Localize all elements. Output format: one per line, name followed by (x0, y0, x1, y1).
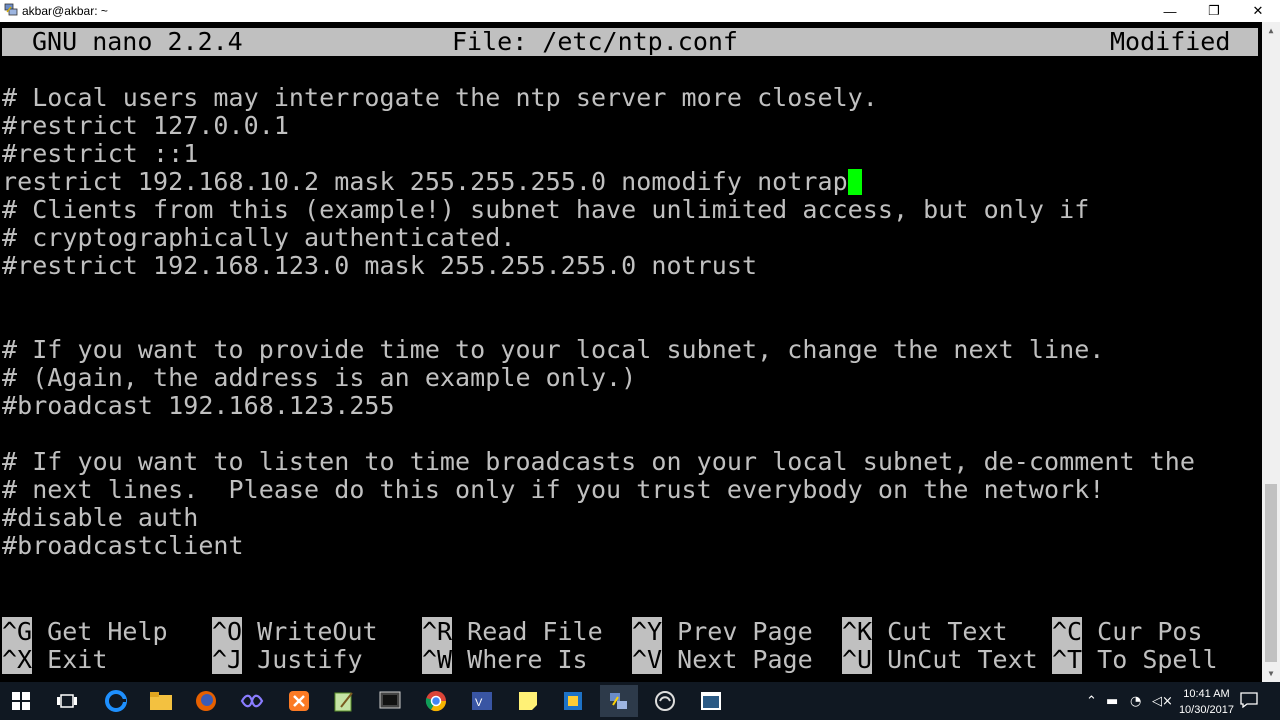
restore-button[interactable]: ❐ (1192, 0, 1236, 22)
visio-icon[interactable]: V (469, 688, 495, 714)
shortcut-label: Justify (257, 645, 363, 674)
windows-start-icon[interactable] (8, 688, 34, 714)
editor-line[interactable]: # next lines. Please do this only if you… (2, 476, 1104, 504)
shortcut-justify[interactable]: ^J Justify (212, 645, 363, 674)
editor-line[interactable]: # (Again, the address is an example only… (2, 364, 636, 392)
sticky-notes-icon[interactable] (515, 688, 541, 714)
shortcut-cur-pos[interactable]: ^C Cur Pos (1052, 617, 1203, 646)
edge-icon[interactable] (103, 688, 129, 714)
text-cursor (847, 169, 862, 195)
shortcut-read-file[interactable]: ^R Read File (422, 617, 603, 646)
notepadpp-icon[interactable] (331, 688, 357, 714)
shortcut-label: WriteOut (257, 617, 378, 646)
window-title: akbar@akbar: ~ (22, 4, 108, 18)
editor-line[interactable]: #broadcast 192.168.123.255 (2, 392, 395, 420)
cygwin-icon[interactable] (652, 688, 678, 714)
shortcut-key: ^U (842, 645, 873, 674)
xampp-icon[interactable] (286, 688, 312, 714)
putty-icon (4, 3, 18, 16)
show-hidden-icons-icon[interactable]: ⌃ (1086, 694, 1097, 709)
shortcut-key: ^J (212, 645, 243, 674)
nano-filename: File: /etc/ntp.conf (452, 27, 738, 56)
shortcut-to-spell[interactable]: ^T To Spell (1052, 645, 1218, 674)
shortcut-label: Get Help (47, 617, 168, 646)
shortcut-key: ^C (1052, 617, 1083, 646)
shortcut-label: Where Is (467, 645, 588, 674)
shortcut-get-help[interactable]: ^G Get Help (2, 617, 168, 646)
editor-line[interactable]: # Local users may interrogate the ntp se… (2, 84, 878, 112)
shortcut-key: ^Y (632, 617, 663, 646)
nano-status: Modified (1110, 27, 1231, 56)
shortcut-label: UnCut Text (887, 645, 1038, 674)
firefox-icon[interactable] (193, 688, 219, 714)
terminal-app-icon[interactable] (698, 688, 724, 714)
editor-line[interactable]: #restrict 127.0.0.1 (2, 112, 289, 140)
shortcut-uncut-text[interactable]: ^U UnCut Text (842, 645, 1038, 674)
power-icon[interactable]: ▬ (1106, 694, 1118, 709)
task-view-icon[interactable] (54, 688, 80, 714)
nano-header: GNU nano 2.2.4 File: /etc/ntp.conf Modif… (2, 28, 1258, 56)
shortcut-label: Cur Pos (1097, 617, 1203, 646)
editor-line[interactable]: # If you want to provide time to your lo… (2, 336, 1104, 364)
shortcut-exit[interactable]: ^X Exit (2, 645, 108, 674)
system-clock[interactable]: 10:41 AM 10/30/2017 (1179, 686, 1234, 718)
clock-date: 10/30/2017 (1178, 704, 1234, 716)
scroll-down-icon[interactable]: ▼ (1262, 665, 1280, 682)
shortcut-label: Next Page (677, 645, 813, 674)
shortcut-key: ^W (422, 645, 453, 674)
scrollbar-thumb[interactable] (1265, 484, 1277, 662)
shortcut-where-is[interactable]: ^W Where Is (422, 645, 588, 674)
editor-line-text: restrict 192.168.10.2 mask 255.255.255.0… (2, 167, 848, 196)
shortcut-writeout[interactable]: ^O WriteOut (212, 617, 378, 646)
putty-icon[interactable] (377, 688, 403, 714)
editor-line[interactable]: #restrict ::1 (2, 140, 198, 168)
editor-line[interactable]: # If you want to listen to time broadcas… (2, 448, 1195, 476)
clock-time: 10:41 AM (1183, 688, 1230, 700)
svg-text:V: V (475, 697, 483, 709)
shortcut-cut-text[interactable]: ^K Cut Text (842, 617, 1008, 646)
editor-line[interactable]: # Clients from this (example!) subnet ha… (2, 196, 1089, 224)
shortcut-key: ^V (632, 645, 663, 674)
network-app-icon[interactable] (600, 685, 638, 717)
windows-taskbar: V ⌃ ▬ ◔ ◁× 10:41 AM 10/30/2017 (0, 682, 1280, 720)
nano-version: GNU nano 2.2.4 (32, 27, 243, 56)
shortcut-label: Cut Text (887, 617, 1008, 646)
volume-muted-icon[interactable]: ◁× (1152, 694, 1173, 709)
wifi-icon[interactable]: ◔ (1130, 694, 1141, 709)
shortcut-label: Read File (467, 617, 603, 646)
shortcut-label: Prev Page (677, 617, 813, 646)
shortcut-key: ^G (2, 617, 33, 646)
close-button[interactable]: ✕ (1236, 0, 1280, 22)
terminal-area[interactable]: GNU nano 2.2.4 File: /etc/ntp.conf Modif… (0, 22, 1262, 682)
minimize-button[interactable]: — (1148, 0, 1192, 22)
editor-line[interactable]: #restrict 192.168.123.0 mask 255.255.255… (2, 252, 757, 280)
virtualbox-icon[interactable] (560, 688, 586, 714)
vs-icon[interactable] (239, 688, 265, 714)
shortcut-key: ^O (212, 617, 243, 646)
editor-line-current[interactable]: restrict 192.168.10.2 mask 255.255.255.0… (2, 168, 862, 196)
shortcut-label: To Spell (1097, 645, 1218, 674)
scroll-up-icon[interactable]: ▲ (1262, 22, 1280, 39)
shortcut-key: ^K (842, 617, 873, 646)
editor-line[interactable]: # cryptographically authenticated. (2, 224, 515, 252)
editor-line[interactable]: #disable auth (2, 504, 198, 532)
notifications-icon[interactable] (1240, 692, 1258, 712)
shortcut-label: Exit (47, 645, 108, 674)
shortcut-key: ^R (422, 617, 453, 646)
chrome-icon[interactable] (423, 688, 449, 714)
vertical-scrollbar[interactable]: ▲ ▼ (1262, 22, 1280, 682)
file-explorer-icon[interactable] (148, 688, 174, 714)
shortcut-prev-page[interactable]: ^Y Prev Page (632, 617, 813, 646)
editor-line[interactable]: #broadcastclient (2, 532, 244, 560)
shortcut-key: ^X (2, 645, 33, 674)
shortcut-key: ^T (1052, 645, 1083, 674)
window-titlebar: akbar@akbar: ~ — ❐ ✕ (0, 0, 1280, 22)
shortcut-next-page[interactable]: ^V Next Page (632, 645, 813, 674)
